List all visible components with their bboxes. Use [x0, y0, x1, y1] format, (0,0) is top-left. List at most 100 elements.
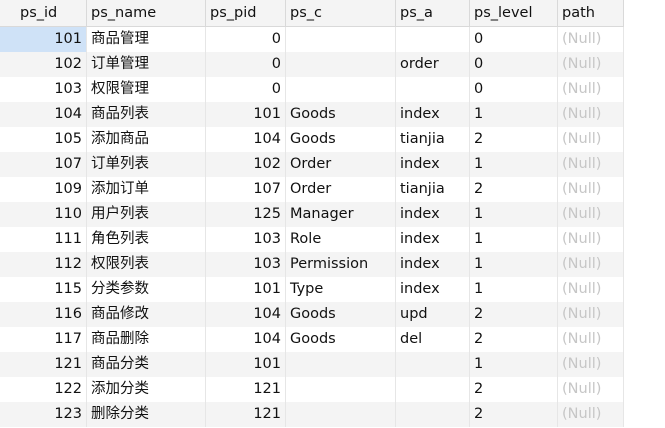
cell-ps-pid[interactable]: 103 [206, 227, 286, 252]
cell-ps-pid[interactable]: 102 [206, 152, 286, 177]
cell-path[interactable]: (Null) [558, 127, 624, 152]
cell-ps-level[interactable]: 0 [470, 27, 558, 52]
cell-path[interactable]: (Null) [558, 202, 624, 227]
table-row[interactable]: 112 权限列表 103 Permission index 1 (Null) [0, 252, 624, 277]
column-header-ps-id[interactable]: ps_id [0, 0, 87, 26]
cell-path[interactable]: (Null) [558, 152, 624, 177]
table-row[interactable]: 110 用户列表 125 Manager index 1 (Null) [0, 202, 624, 227]
cell-ps-pid[interactable]: 104 [206, 327, 286, 352]
cell-ps-pid[interactable]: 107 [206, 177, 286, 202]
table-row[interactable]: 117 商品删除 104 Goods del 2 (Null) [0, 327, 624, 352]
cell-ps-id[interactable]: 111 [0, 227, 87, 252]
column-header-ps-level[interactable]: ps_level [470, 0, 558, 26]
cell-path[interactable]: (Null) [558, 27, 624, 52]
cell-ps-pid[interactable]: 121 [206, 402, 286, 427]
cell-ps-level[interactable]: 2 [470, 302, 558, 327]
cell-ps-a[interactable] [396, 27, 470, 52]
cell-ps-level[interactable]: 0 [470, 52, 558, 77]
cell-ps-a[interactable] [396, 402, 470, 427]
cell-path[interactable]: (Null) [558, 102, 624, 127]
cell-ps-name[interactable]: 添加分类 [87, 377, 206, 402]
cell-ps-a[interactable]: index [396, 102, 470, 127]
cell-ps-name[interactable]: 商品分类 [87, 352, 206, 377]
cell-ps-name[interactable]: 订单列表 [87, 152, 206, 177]
column-header-ps-pid[interactable]: ps_pid [206, 0, 286, 26]
cell-ps-id[interactable]: 112 [0, 252, 87, 277]
column-header-ps-c[interactable]: ps_c [286, 0, 396, 26]
cell-ps-c[interactable]: Role [286, 227, 396, 252]
cell-ps-a[interactable] [396, 352, 470, 377]
cell-ps-a[interactable]: upd [396, 302, 470, 327]
cell-path[interactable]: (Null) [558, 227, 624, 252]
table-row[interactable]: 116 商品修改 104 Goods upd 2 (Null) [0, 302, 624, 327]
cell-path[interactable]: (Null) [558, 77, 624, 102]
cell-path[interactable]: (Null) [558, 52, 624, 77]
table-row[interactable]: 105 添加商品 104 Goods tianjia 2 (Null) [0, 127, 624, 152]
cell-ps-id[interactable]: 102 [0, 52, 87, 77]
cell-ps-id[interactable]: 103 [0, 77, 87, 102]
cell-ps-name[interactable]: 角色列表 [87, 227, 206, 252]
cell-ps-id[interactable]: 107 [0, 152, 87, 177]
table-row[interactable]: 102 订单管理 0 order 0 (Null) [0, 52, 624, 77]
cell-ps-level[interactable]: 2 [470, 377, 558, 402]
cell-ps-a[interactable]: tianjia [396, 127, 470, 152]
cell-ps-pid[interactable]: 104 [206, 302, 286, 327]
cell-path[interactable]: (Null) [558, 302, 624, 327]
cell-ps-a[interactable]: index [396, 152, 470, 177]
cell-path[interactable]: (Null) [558, 327, 624, 352]
cell-ps-level[interactable]: 2 [470, 127, 558, 152]
cell-ps-name[interactable]: 分类参数 [87, 277, 206, 302]
column-header-ps-name[interactable]: ps_name [87, 0, 206, 26]
cell-ps-name[interactable]: 用户列表 [87, 202, 206, 227]
cell-ps-pid[interactable]: 101 [206, 352, 286, 377]
cell-ps-level[interactable]: 1 [470, 152, 558, 177]
cell-ps-pid[interactable]: 101 [206, 277, 286, 302]
cell-ps-a[interactable] [396, 377, 470, 402]
cell-ps-c[interactable]: Order [286, 152, 396, 177]
table-row[interactable]: 104 商品列表 101 Goods index 1 (Null) [0, 102, 624, 127]
cell-ps-c[interactable]: Type [286, 277, 396, 302]
table-row[interactable]: 115 分类参数 101 Type index 1 (Null) [0, 277, 624, 302]
cell-ps-c[interactable] [286, 352, 396, 377]
cell-ps-level[interactable]: 1 [470, 277, 558, 302]
cell-ps-a[interactable]: index [396, 227, 470, 252]
cell-ps-pid[interactable]: 121 [206, 377, 286, 402]
table-row[interactable]: 109 添加订单 107 Order tianjia 2 (Null) [0, 177, 624, 202]
cell-ps-c[interactable]: Goods [286, 102, 396, 127]
cell-ps-a[interactable]: index [396, 277, 470, 302]
cell-ps-level[interactable]: 2 [470, 402, 558, 427]
table-row[interactable]: 122 添加分类 121 2 (Null) [0, 377, 624, 402]
cell-ps-pid[interactable]: 0 [206, 27, 286, 52]
cell-ps-c[interactable]: Goods [286, 302, 396, 327]
cell-path[interactable]: (Null) [558, 277, 624, 302]
column-header-ps-a[interactable]: ps_a [396, 0, 470, 26]
cell-ps-name[interactable]: 订单管理 [87, 52, 206, 77]
cell-ps-a[interactable]: tianjia [396, 177, 470, 202]
cell-ps-name[interactable]: 商品删除 [87, 327, 206, 352]
cell-ps-a[interactable]: index [396, 252, 470, 277]
cell-ps-level[interactable]: 1 [470, 252, 558, 277]
cell-ps-level[interactable]: 1 [470, 227, 558, 252]
cell-ps-name[interactable]: 商品修改 [87, 302, 206, 327]
cell-ps-level[interactable]: 0 [470, 77, 558, 102]
cell-path[interactable]: (Null) [558, 252, 624, 277]
cell-ps-id[interactable]: 117 [0, 327, 87, 352]
cell-ps-c[interactable] [286, 77, 396, 102]
cell-ps-a[interactable]: index [396, 202, 470, 227]
cell-ps-id[interactable]: 109 [0, 177, 87, 202]
cell-ps-name[interactable]: 添加订单 [87, 177, 206, 202]
cell-ps-id[interactable]: 101 [0, 27, 87, 52]
cell-ps-id[interactable]: 121 [0, 352, 87, 377]
cell-ps-id[interactable]: 110 [0, 202, 87, 227]
cell-ps-c[interactable]: Permission [286, 252, 396, 277]
cell-ps-id[interactable]: 105 [0, 127, 87, 152]
column-header-path[interactable]: path [558, 0, 624, 26]
table-row[interactable]: 103 权限管理 0 0 (Null) [0, 77, 624, 102]
cell-ps-name[interactable]: 商品列表 [87, 102, 206, 127]
cell-ps-a[interactable] [396, 77, 470, 102]
cell-ps-name[interactable]: 权限管理 [87, 77, 206, 102]
cell-ps-a[interactable]: del [396, 327, 470, 352]
cell-ps-c[interactable]: Goods [286, 327, 396, 352]
cell-ps-c[interactable] [286, 52, 396, 77]
cell-ps-pid[interactable]: 0 [206, 52, 286, 77]
